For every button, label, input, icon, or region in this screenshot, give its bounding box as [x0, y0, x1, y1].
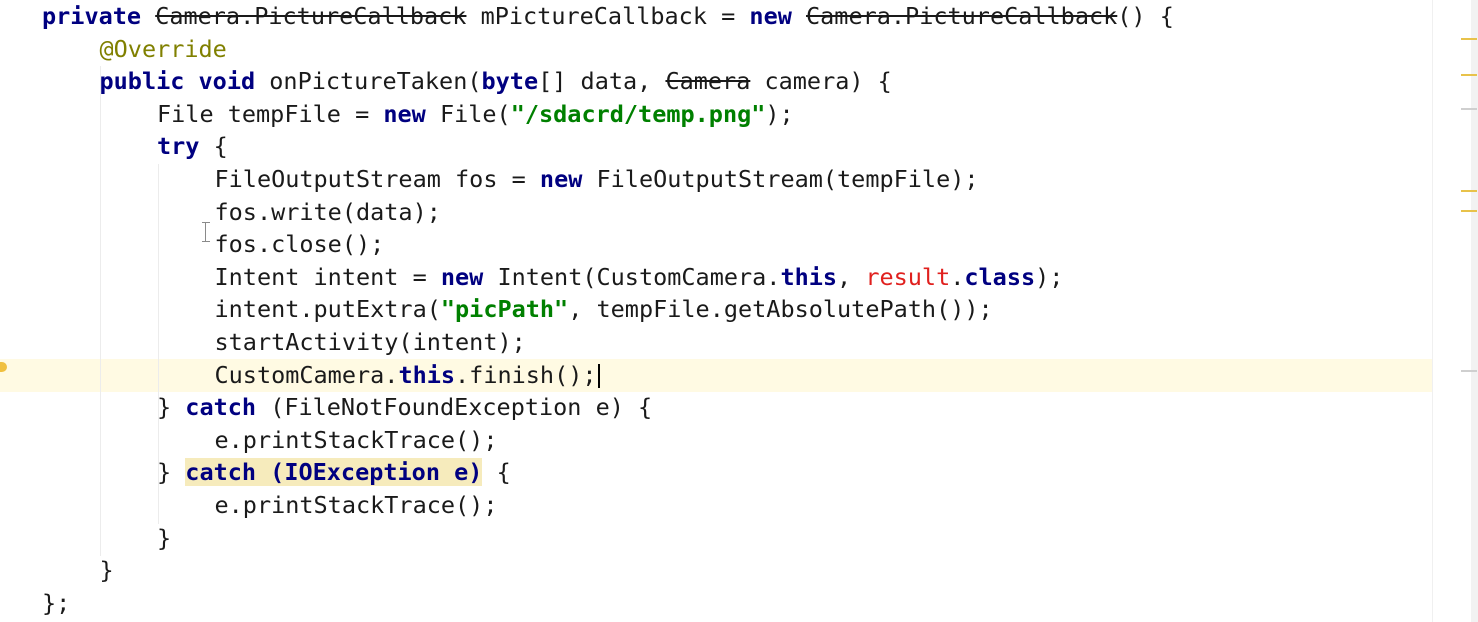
scrollbar-marker-warning[interactable]	[1461, 38, 1477, 40]
code-token: [] data,	[538, 67, 666, 96]
code-token: CustomCamera.	[214, 360, 399, 389]
code-line[interactable]: private Camera.PictureCallback mPictureC…	[0, 0, 1432, 33]
code-line[interactable]: fos.close();	[0, 228, 1432, 261]
code-token: e.printStackTrace();	[214, 425, 498, 454]
code-token: byte	[481, 67, 539, 96]
code-token: new	[749, 2, 807, 30]
code-token: @Override	[99, 34, 227, 63]
code-token: };	[42, 588, 71, 617]
code-token: new	[440, 262, 498, 291]
code-token: new	[539, 165, 597, 193]
code-token: "/sdacrd/temp.png"	[510, 99, 766, 128]
code-token: public void	[99, 67, 270, 96]
code-token: fos.close();	[214, 230, 385, 259]
code-line[interactable]: e.printStackTrace();	[0, 424, 1432, 457]
code-token: , tempFile.getAbsolutePath());	[568, 295, 993, 324]
code-token: new	[383, 99, 440, 128]
code-token: Intent(CustomCamera.	[497, 262, 781, 291]
code-line[interactable]: FileOutputStream fos = new FileOutputStr…	[0, 163, 1432, 196]
code-line[interactable]: fos.write(data);	[0, 196, 1432, 229]
code-token: );	[1035, 262, 1064, 291]
code-token: Intent intent =	[214, 262, 441, 291]
code-token: (FileNotFoundException e) {	[270, 393, 653, 422]
scrollbar-track[interactable]	[1471, 0, 1478, 622]
code-token: "picPath"	[440, 295, 569, 324]
code-token: catch	[185, 393, 271, 422]
code-token: FileOutputStream fos =	[214, 165, 540, 193]
text-cursor-icon	[202, 222, 210, 242]
code-token: class	[964, 262, 1036, 291]
scrollbar-marker-info[interactable]	[1461, 370, 1477, 372]
code-token: this	[398, 360, 456, 389]
code-token: catch (IOException e)	[185, 458, 483, 487]
code-token: FileOutputStream(tempFile);	[596, 165, 979, 193]
code-line[interactable]: };	[0, 587, 1432, 620]
indent-guide	[100, 66, 101, 556]
scrollbar-marker-warning[interactable]	[1461, 74, 1477, 76]
code-line[interactable]: }	[0, 554, 1432, 587]
code-token: );	[765, 99, 794, 128]
code-token: }	[157, 523, 172, 552]
code-token: File tempFile =	[157, 99, 384, 128]
code-line[interactable]: } catch (FileNotFoundException e) {	[0, 391, 1432, 424]
code-token: try	[157, 132, 214, 161]
code-token: onPictureTaken(	[269, 67, 482, 96]
indent-guide	[158, 164, 159, 524]
code-token: Camera.PictureCallback	[155, 2, 467, 30]
code-line[interactable]: try {	[0, 130, 1432, 163]
code-token: private	[42, 2, 156, 30]
code-token: .finish();	[455, 360, 597, 389]
code-token: Camera	[665, 67, 751, 96]
code-token: this	[780, 262, 838, 291]
code-token: e.printStackTrace();	[214, 491, 498, 519]
code-token: () {	[1117, 2, 1174, 30]
code-token: .	[950, 262, 965, 291]
code-line[interactable]: Intent intent = new Intent(CustomCamera.…	[0, 261, 1432, 294]
code-token: mPictureCallback =	[466, 2, 750, 30]
code-token: result	[865, 262, 951, 291]
code-token: {	[482, 458, 511, 487]
code-line[interactable]: startActivity(intent);	[0, 326, 1432, 359]
text-caret	[597, 364, 600, 389]
scrollbar-marker-warning[interactable]	[1461, 190, 1477, 192]
editor-scrollbar[interactable]	[1432, 0, 1478, 622]
code-line[interactable]: File tempFile = new File("/sdacrd/temp.p…	[0, 98, 1432, 131]
code-token: ,	[837, 262, 866, 291]
scrollbar-marker-info[interactable]	[1461, 108, 1477, 110]
code-line-current[interactable]: CustomCamera.this.finish();	[0, 358, 1432, 392]
code-line[interactable]: e.printStackTrace();	[0, 489, 1432, 522]
code-line[interactable]: }	[0, 522, 1432, 555]
code-editor[interactable]: };}} e.printStackTrace();} catch (IOExcep…	[0, 0, 1432, 622]
code-line[interactable]: public void onPictureTaken(byte[] data, …	[0, 65, 1432, 98]
code-token: fos.write(data);	[214, 197, 441, 226]
scrollbar-marker-warning[interactable]	[1461, 210, 1477, 212]
code-token: }	[157, 393, 186, 422]
code-token: }	[99, 556, 114, 585]
code-token: startActivity(intent);	[214, 328, 526, 356]
code-token: File(	[439, 99, 511, 128]
code-line[interactable]: } catch (IOException e) {	[0, 456, 1432, 489]
code-token: intent.putExtra(	[214, 295, 441, 324]
code-line[interactable]: @Override	[0, 33, 1432, 66]
code-line[interactable]: intent.putExtra("picPath", tempFile.getA…	[0, 293, 1432, 326]
code-token: Camera.PictureCallback	[806, 2, 1118, 30]
code-token: {	[213, 132, 228, 161]
code-token: camera) {	[750, 67, 892, 96]
code-token: }	[157, 458, 186, 487]
